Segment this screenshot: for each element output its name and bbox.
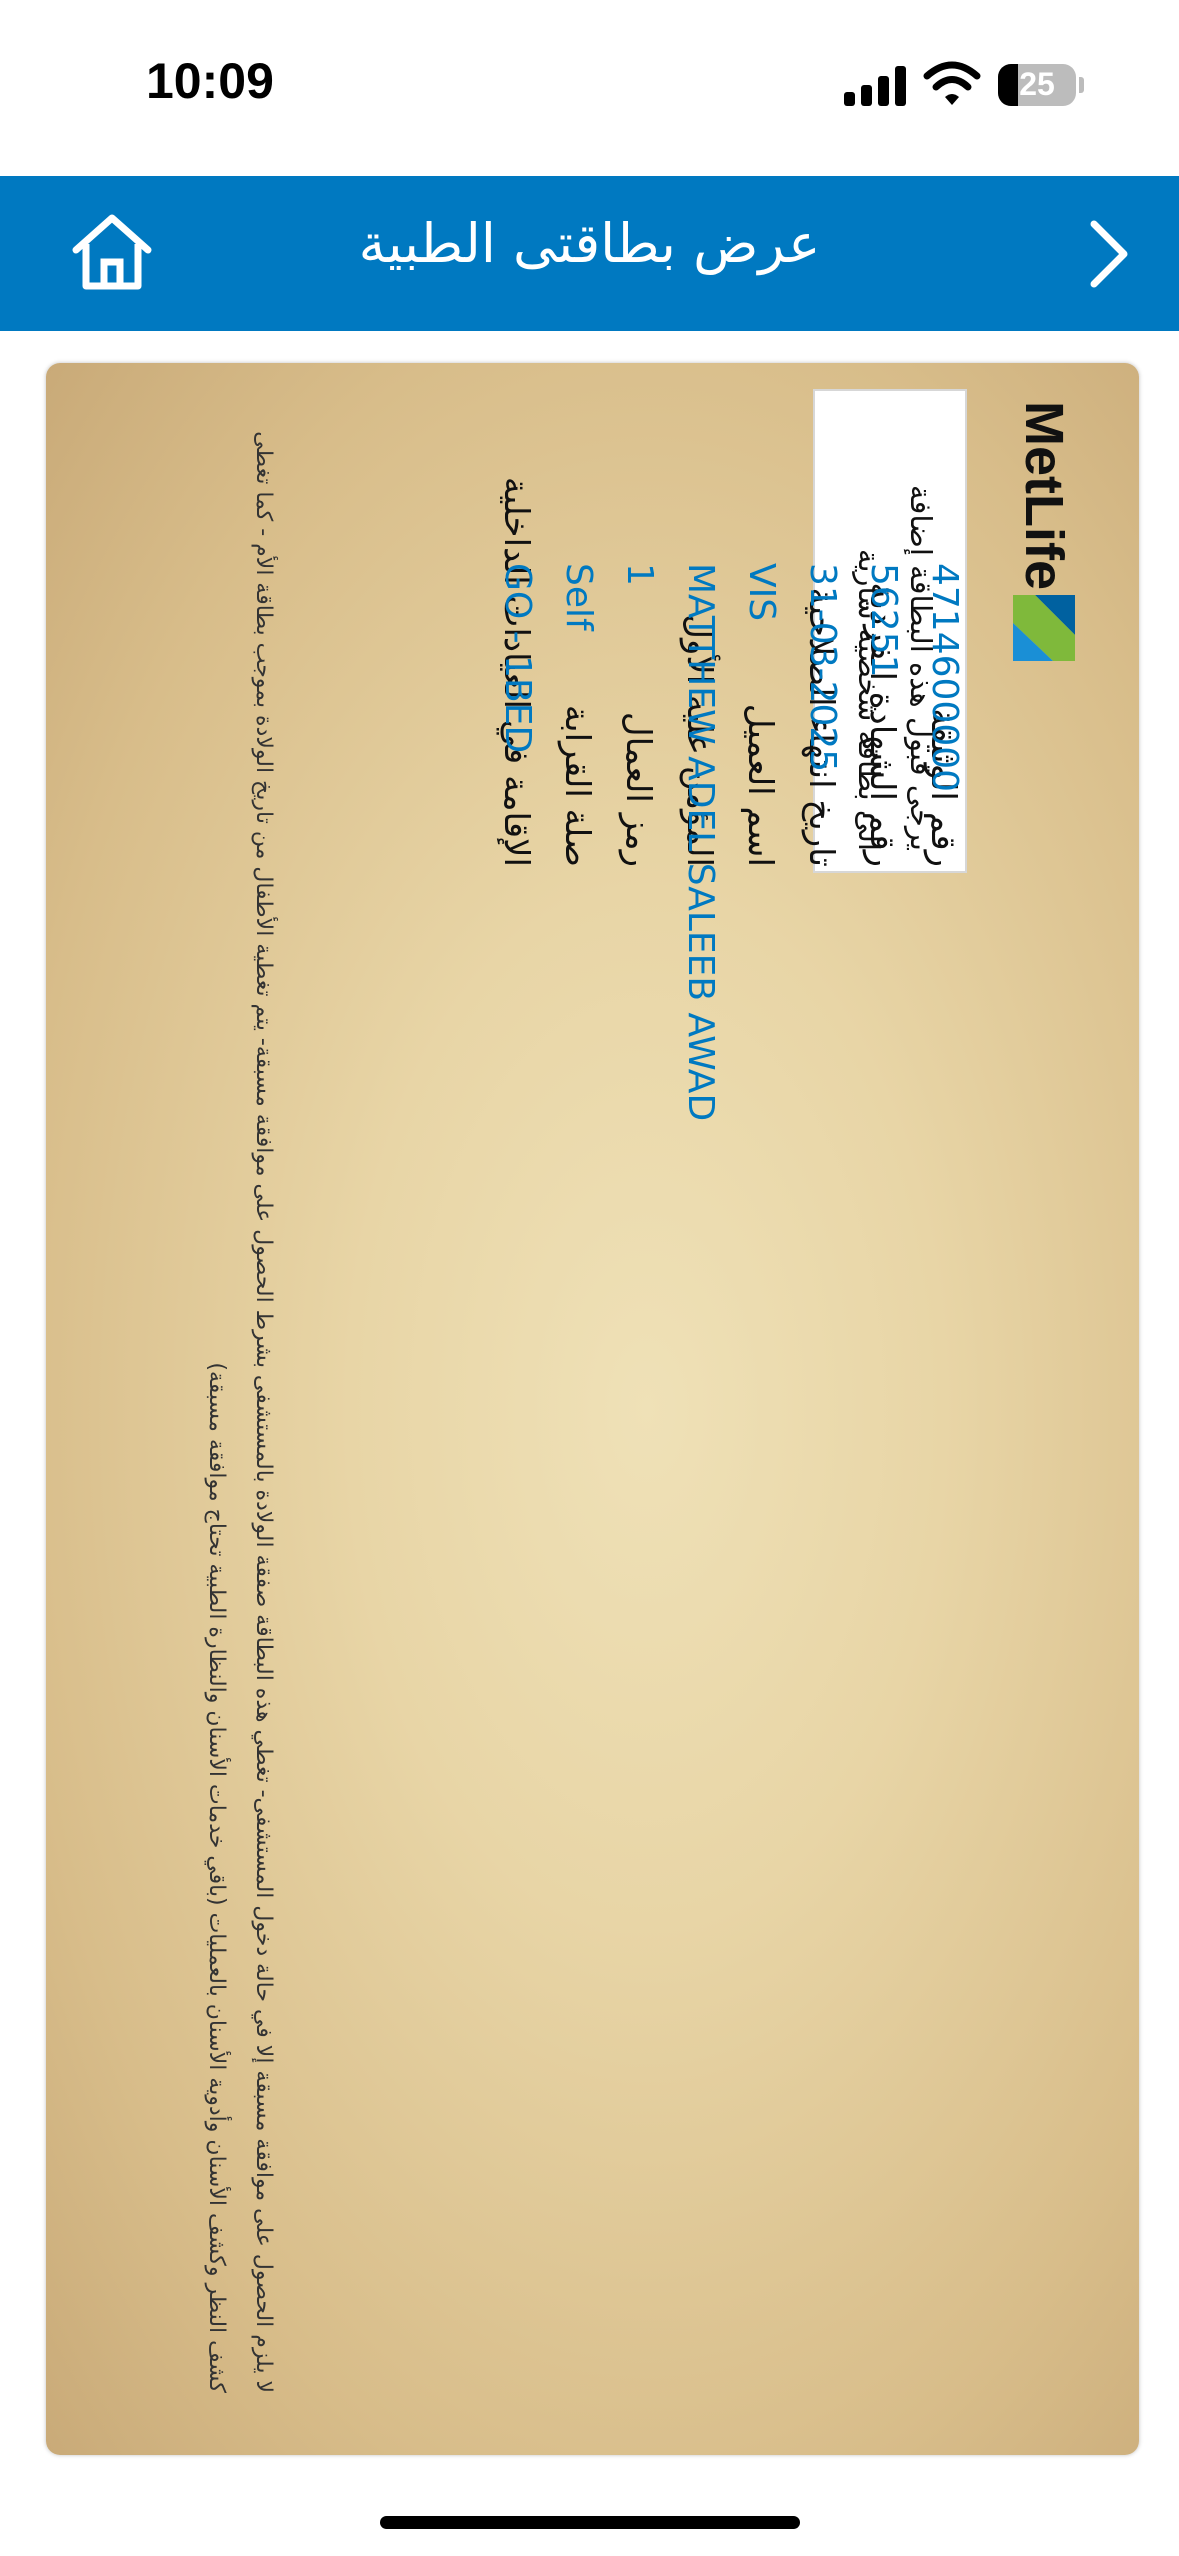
battery-level: 25 [1019, 66, 1055, 102]
brand-name: MetLife [1014, 401, 1074, 590]
metlife-logo-icon [1013, 595, 1075, 661]
value-relationship: Self [558, 563, 599, 631]
chevron-right-icon[interactable] [1080, 214, 1140, 294]
battery-icon: 25 [998, 64, 1076, 106]
value-primary-insured: MATTHEW ADEL SALEEB AWAD [680, 563, 721, 1122]
home-icon[interactable] [70, 210, 154, 294]
battery-tip [1079, 77, 1084, 93]
medical-card-content: MetLife يرجى قبول هذه البطاقة إضافة الى … [46, 363, 1139, 2455]
value-client-name: VIS [741, 563, 782, 622]
field-values: 4714600000 56251 31-03-2025 VIS MATTHEW … [487, 563, 975, 1121]
coverage-disclaimer: لا يلزم الحصول على موافقة مسبقة إلا في ح… [204, 431, 276, 2393]
page-title: عرض بطاقتى الطبية [358, 212, 821, 275]
value-expiry-date: 31-03-2025 [802, 563, 843, 773]
value-policy-number: 4714600000 [924, 563, 965, 793]
status-time: 10:09 [146, 53, 274, 109]
cellular-signal-icon [844, 66, 906, 106]
app-header: عرض بطاقتى الطبية [0, 176, 1179, 331]
home-indicator[interactable] [380, 2516, 800, 2529]
value-worker-code: 1 [619, 563, 660, 586]
status-bar: 10:09 25 [0, 0, 1179, 176]
value-certificate-number: 56251 [863, 563, 904, 678]
medical-card: MetLife يرجى قبول هذه البطاقة إضافة الى … [46, 363, 1139, 2455]
value-inpatient-stay: GO - 1BED [497, 563, 538, 754]
wifi-icon [923, 61, 981, 105]
metlife-logo: MetLife [995, 401, 1075, 701]
